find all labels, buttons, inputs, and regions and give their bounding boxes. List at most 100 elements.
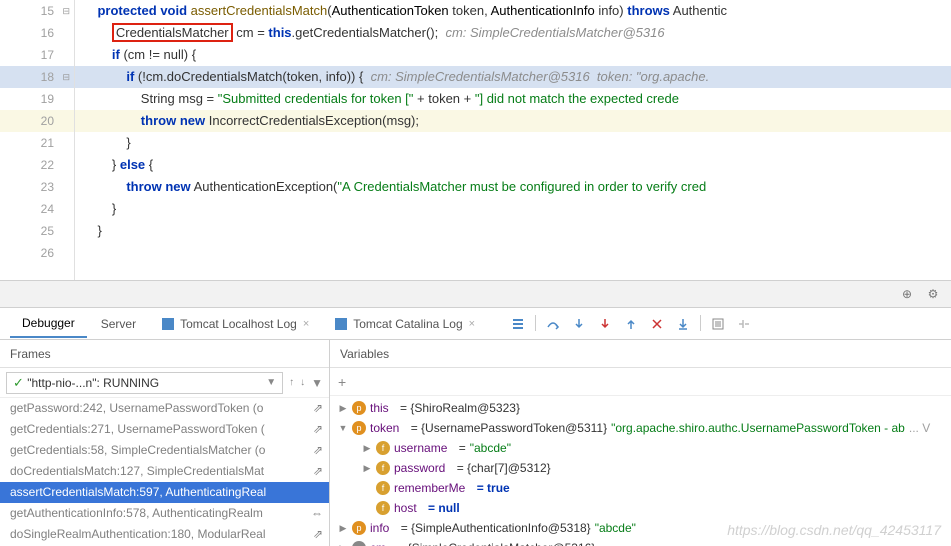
link-icon: ⇗ [313,524,323,545]
var-password[interactable]: ▶ f password = {char[7]@5312} [330,458,951,478]
expand-icon[interactable]: ▶ [338,403,348,414]
field-badge-icon: f [376,441,390,455]
add-watch-icon[interactable]: + [338,374,346,390]
debug-tabs: Debugger Server Tomcat Localhost Log× To… [0,308,951,340]
tomcat-icon [162,318,174,330]
code-line: } [75,132,951,154]
toolbar-row: ⊕ ⚙ [0,280,951,308]
debug-body: Frames ✓ "http-nio-...n": RUNNING ▼ ↑ ↓ … [0,340,951,546]
link-icon: ⇗ [313,461,323,482]
check-icon: ✓ [13,375,24,390]
highlighted-class: CredentialsMatcher [112,23,233,42]
pin-icon[interactable]: ⊕ [899,286,915,302]
tab-server[interactable]: Server [89,311,148,337]
expand-icon[interactable]: ▶ [362,443,372,454]
frame-item[interactable]: getCredentials:271, UsernamePasswordToke… [0,419,329,440]
var-token[interactable]: ▼ p token = {UsernamePasswordToken@5311}… [330,418,951,438]
expand-icon[interactable]: ▶ [362,463,372,474]
frame-item[interactable]: getAuthenticationInfo:578, Authenticatin… [0,503,329,524]
frames-panel: Frames ✓ "http-nio-...n": RUNNING ▼ ↑ ↓ … [0,340,330,546]
param-badge-icon: p [352,421,366,435]
expand-icon[interactable]: ▶ [338,543,348,546]
var-host[interactable]: f host = null [330,498,951,518]
line-number: 15⊟ [0,0,74,22]
frame-item[interactable]: doSingleRealmAuthentication:180, Modular… [0,524,329,545]
field-badge-icon: f [376,481,390,495]
link-icon: ⇗ [313,440,323,461]
frame-item[interactable]: getCredentials:58, SimpleCredentialsMatc… [0,440,329,461]
field-badge-icon: f [376,501,390,515]
line-number: 16 [0,22,74,44]
code-body[interactable]: protected void assertCredentialsMatch(Au… [75,0,951,280]
trace-icon[interactable] [735,315,753,333]
line-number: 20 [0,110,74,132]
line-number: 18⊟ [0,66,74,88]
close-icon[interactable]: × [469,318,475,330]
filter-icon[interactable]: ▼ [311,376,323,390]
line-number: 22 [0,154,74,176]
line-number: 24 [0,198,74,220]
variables-header: Variables [330,340,951,368]
show-exec-icon[interactable] [509,315,527,333]
param-badge-icon: p [352,521,366,535]
thread-row: ✓ "http-nio-...n": RUNNING ▼ ↑ ↓ ▼ [0,368,329,398]
code-line: } [75,220,951,242]
chevron-down-icon: ▼ [266,377,276,388]
variables-panel: Variables + ▶ p this = {ShiroRealm@5323}… [330,340,951,546]
code-line: if (cm != null) { [75,44,951,66]
field-badge-icon: f [376,461,390,475]
drop-frame-icon[interactable] [648,315,666,333]
link-icon: ⇔ [311,503,323,524]
run-to-cursor-icon[interactable] [674,315,692,333]
tab-debugger[interactable]: Debugger [10,310,87,338]
code-line: protected void assertCredentialsMatch(Au… [75,0,951,22]
line-number: 19 [0,88,74,110]
var-username[interactable]: ▶ f username = "abcde" [330,438,951,458]
frames-header: Frames [0,340,329,368]
gear-icon[interactable]: ⚙ [925,286,941,302]
fold-icon[interactable]: ⊟ [62,6,70,17]
tomcat-icon [335,318,347,330]
code-line: throw new AuthenticationException("A Cre… [75,176,951,198]
gutter: 15⊟ 16 17 18⊟ 19 20 21 22 23 24 25 26 [0,0,75,280]
link-icon: ⇗ [313,398,323,419]
tab-tomcat-localhost[interactable]: Tomcat Localhost Log× [150,311,321,337]
frames-list[interactable]: getPassword:242, UsernamePasswordToken (… [0,398,329,546]
tab-tomcat-catalina[interactable]: Tomcat Catalina Log× [323,311,487,337]
next-frame-icon[interactable]: ↓ [300,377,305,388]
code-line: } else { [75,154,951,176]
step-out-icon[interactable] [622,315,640,333]
line-number: 21 [0,132,74,154]
line-number: 26 [0,242,74,264]
code-line: } [75,198,951,220]
variables-toolbar: + [330,368,951,396]
var-this[interactable]: ▶ p this = {ShiroRealm@5323} [330,398,951,418]
prev-frame-icon[interactable]: ↑ [289,377,294,388]
var-rememberme[interactable]: f rememberMe = true [330,478,951,498]
frame-item-selected[interactable]: assertCredentialsMatch:597, Authenticati… [0,482,329,503]
fold-icon[interactable]: ⊟ [62,72,70,83]
step-over-icon[interactable] [544,315,562,333]
code-line: CredentialsMatcher cm = this.getCredenti… [75,22,951,44]
step-controls [509,315,753,333]
code-line: String msg = "Submitted credentials for … [75,88,951,110]
collapse-icon[interactable]: ▼ [338,423,348,433]
watermark: https://blog.csdn.net/qq_42453117 [727,522,941,538]
link-icon: ⇗ [313,419,323,440]
line-number: 17 [0,44,74,66]
var-cm[interactable]: ▶ ≡ cm = {SimpleCredentialsMatcher@5316} [330,538,951,546]
code-editor[interactable]: 15⊟ 16 17 18⊟ 19 20 21 22 23 24 25 26 pr… [0,0,951,280]
line-number: 25 [0,220,74,242]
var-badge-icon: ≡ [352,541,366,546]
expand-icon[interactable]: ▶ [338,523,348,534]
close-icon[interactable]: × [303,318,309,330]
thread-select[interactable]: ✓ "http-nio-...n": RUNNING ▼ [6,372,283,394]
evaluate-icon[interactable] [709,315,727,333]
step-into-icon[interactable] [570,315,588,333]
code-line [75,242,951,264]
line-number: 23 [0,176,74,198]
frame-item[interactable]: getPassword:242, UsernamePasswordToken (… [0,398,329,419]
frame-item[interactable]: doCredentialsMatch:127, SimpleCredential… [0,461,329,482]
force-step-into-icon[interactable] [596,315,614,333]
code-line-breakpoint: throw new IncorrectCredentialsException(… [75,110,951,132]
